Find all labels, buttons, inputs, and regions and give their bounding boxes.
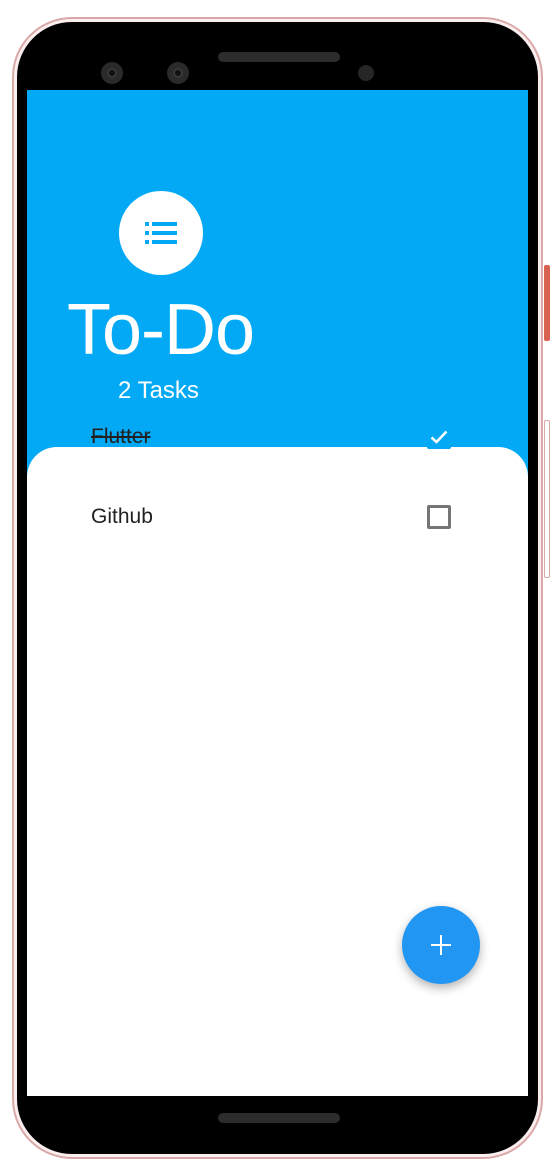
volume-button <box>544 420 550 578</box>
plus-icon <box>431 935 451 955</box>
task-label: Github <box>91 505 153 528</box>
checkmark-icon <box>430 430 448 444</box>
earpiece-speaker <box>218 52 340 62</box>
header-icon-circle <box>119 191 203 275</box>
bottom-speaker <box>218 1113 340 1123</box>
task-checkbox[interactable] <box>427 505 451 529</box>
front-camera-2 <box>167 62 189 84</box>
add-task-button[interactable] <box>402 906 480 984</box>
list-item[interactable]: Flutter <box>91 417 451 457</box>
front-camera <box>101 62 123 84</box>
list-item[interactable]: Github <box>91 497 451 537</box>
proximity-sensor <box>358 65 374 81</box>
task-list-panel <box>27 447 528 1096</box>
task-checkbox[interactable] <box>427 425 451 449</box>
page-title: To-Do <box>67 290 255 370</box>
task-count: 2 Tasks <box>118 377 199 404</box>
task-label: Flutter <box>91 425 151 448</box>
power-button <box>544 265 550 341</box>
list-icon <box>145 222 177 244</box>
